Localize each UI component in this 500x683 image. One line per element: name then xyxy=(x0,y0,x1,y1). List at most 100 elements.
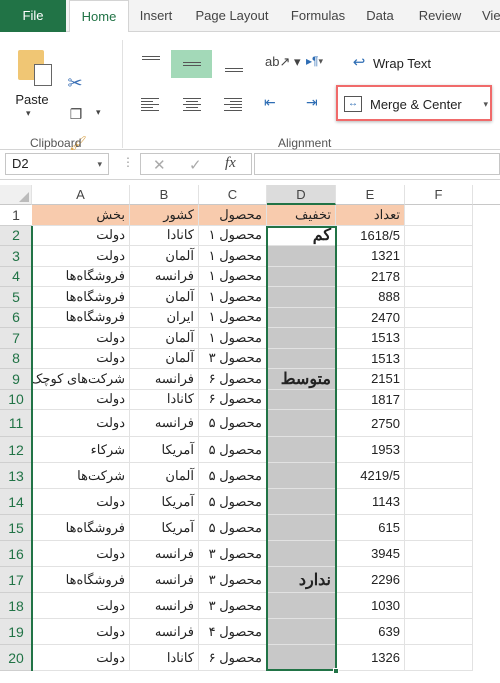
top-align-icon[interactable] xyxy=(142,54,160,62)
cell-c[interactable]: محصول ۵ xyxy=(199,437,267,463)
cell-a[interactable]: دولت xyxy=(32,348,130,369)
cell-a[interactable]: دولت xyxy=(32,328,130,349)
text-direction-icon[interactable]: ▸¶ ▾ xyxy=(306,54,323,68)
cell-a[interactable]: دولت xyxy=(32,225,130,246)
row-header[interactable]: 19 xyxy=(0,619,32,645)
cell-b[interactable]: آلمان xyxy=(130,348,199,369)
column-header-a[interactable]: A xyxy=(32,185,130,205)
cell-f[interactable] xyxy=(405,307,473,328)
cell-e[interactable]: 2750 xyxy=(336,410,405,437)
cell-a[interactable]: دولت xyxy=(32,489,130,515)
tab-home[interactable]: Home xyxy=(69,0,129,33)
cell-f[interactable] xyxy=(405,593,473,619)
cell-c[interactable]: محصول ۶ xyxy=(199,389,267,410)
copy-icon[interactable]: ❐ xyxy=(66,104,86,124)
decrease-indent-icon[interactable]: ⇤ xyxy=(264,94,276,111)
paste-label[interactable]: Paste xyxy=(12,92,52,107)
cell-c[interactable]: محصول ۵ xyxy=(199,515,267,541)
cell-b[interactable]: آمریکا xyxy=(130,489,199,515)
tab-formulas[interactable]: Formulas xyxy=(282,0,354,32)
column-header-b[interactable]: B xyxy=(130,185,199,205)
cell-e[interactable]: 1143 xyxy=(336,489,405,515)
cell-b[interactable]: کانادا xyxy=(130,225,199,246)
cell-a[interactable]: دولت xyxy=(32,645,130,671)
cell-a[interactable]: دولت xyxy=(32,246,130,267)
cell-b[interactable]: آلمان xyxy=(130,246,199,267)
cell-a[interactable]: دولت xyxy=(32,593,130,619)
merge-center-button[interactable]: ↔ Merge & Center ▾ xyxy=(344,94,488,114)
tab-insert[interactable]: Insert xyxy=(132,0,180,32)
cell-e[interactable]: 1321 xyxy=(336,246,405,267)
enter-icon[interactable]: ✓ xyxy=(189,156,202,174)
align-center-icon[interactable] xyxy=(183,96,201,113)
row-header[interactable]: 10 xyxy=(0,389,32,410)
cell-a[interactable]: فروشگاه‌ها xyxy=(32,515,130,541)
cell-c[interactable]: محصول ۱ xyxy=(199,246,267,267)
column-header-e[interactable]: E xyxy=(336,185,405,205)
cell-e[interactable]: 615 xyxy=(336,515,405,541)
tab-file[interactable]: File xyxy=(0,0,66,32)
wrap-text-button[interactable]: Wrap Text xyxy=(373,56,431,71)
cell-f[interactable] xyxy=(405,489,473,515)
cell-f1[interactable] xyxy=(405,205,473,226)
cell-f[interactable] xyxy=(405,246,473,267)
cell-f[interactable] xyxy=(405,437,473,463)
paste-dropdown-icon[interactable]: ▾ xyxy=(26,108,31,119)
row-header-1[interactable]: 1 xyxy=(0,205,32,226)
row-header[interactable]: 20 xyxy=(0,645,32,671)
cell-f[interactable] xyxy=(405,328,473,349)
cell-c[interactable]: محصول ۱ xyxy=(199,328,267,349)
cell-c[interactable]: محصول ۴ xyxy=(199,619,267,645)
cut-icon[interactable]: ✂ xyxy=(66,72,84,94)
cell-c[interactable]: محصول ۵ xyxy=(199,463,267,489)
cell-e[interactable]: 1817 xyxy=(336,389,405,410)
cell-b[interactable]: فرانسه xyxy=(130,266,199,287)
row-header[interactable]: 12 xyxy=(0,437,32,463)
cell-e[interactable]: 4219/5 xyxy=(336,463,405,489)
cell-c[interactable]: محصول ۱ xyxy=(199,225,267,246)
cell-e[interactable]: 1513 xyxy=(336,348,405,369)
cell-a[interactable]: دولت xyxy=(32,619,130,645)
cell-c[interactable]: محصول ۱ xyxy=(199,307,267,328)
cell-e[interactable]: 2178 xyxy=(336,266,405,287)
cell-c[interactable]: محصول ۶ xyxy=(199,369,267,390)
cell-b[interactable]: کانادا xyxy=(130,645,199,671)
cell-a[interactable]: فروشگاه‌ها xyxy=(32,567,130,593)
cell-c[interactable]: محصول ۳ xyxy=(199,567,267,593)
tab-review[interactable]: Review xyxy=(412,0,468,32)
cell-f[interactable] xyxy=(405,369,473,390)
cell-b[interactable]: آمریکا xyxy=(130,515,199,541)
row-header[interactable]: 16 xyxy=(0,541,32,567)
bottom-align-icon[interactable] xyxy=(225,66,243,74)
row-header[interactable]: 11 xyxy=(0,410,32,437)
cell-b[interactable]: آلمان xyxy=(130,328,199,349)
cell-f[interactable] xyxy=(405,389,473,410)
cell-b[interactable]: فرانسه xyxy=(130,369,199,390)
row-header[interactable]: 2 xyxy=(0,225,32,246)
cell-e[interactable]: 639 xyxy=(336,619,405,645)
cell-c[interactable]: محصول ۵ xyxy=(199,489,267,515)
cell-c[interactable]: محصول ۶ xyxy=(199,645,267,671)
name-box[interactable]: D2 ▾ xyxy=(5,153,109,175)
paste-button[interactable] xyxy=(14,46,54,94)
row-header[interactable]: 7 xyxy=(0,328,32,349)
cell-f[interactable] xyxy=(405,348,473,369)
cell-f[interactable] xyxy=(405,410,473,437)
row-header[interactable]: 17 xyxy=(0,567,32,593)
cell-f[interactable] xyxy=(405,287,473,308)
align-left-icon[interactable] xyxy=(141,96,159,113)
cell-e[interactable]: 1953 xyxy=(336,437,405,463)
cell-b[interactable]: فرانسه xyxy=(130,619,199,645)
row-header[interactable]: 9 xyxy=(0,369,32,390)
cell-b[interactable]: فرانسه xyxy=(130,541,199,567)
cell-f[interactable] xyxy=(405,619,473,645)
tab-data[interactable]: Data xyxy=(360,0,400,32)
select-all-button[interactable] xyxy=(0,185,32,205)
merge-dropdown-icon[interactable]: ▾ xyxy=(483,99,488,110)
cell-e[interactable]: 1030 xyxy=(336,593,405,619)
cell-a[interactable]: دولت xyxy=(32,389,130,410)
tab-view[interactable]: View xyxy=(482,0,500,32)
cell-f[interactable] xyxy=(405,225,473,246)
cell-e[interactable]: 2151 xyxy=(336,369,405,390)
cell-e[interactable]: 3945 xyxy=(336,541,405,567)
